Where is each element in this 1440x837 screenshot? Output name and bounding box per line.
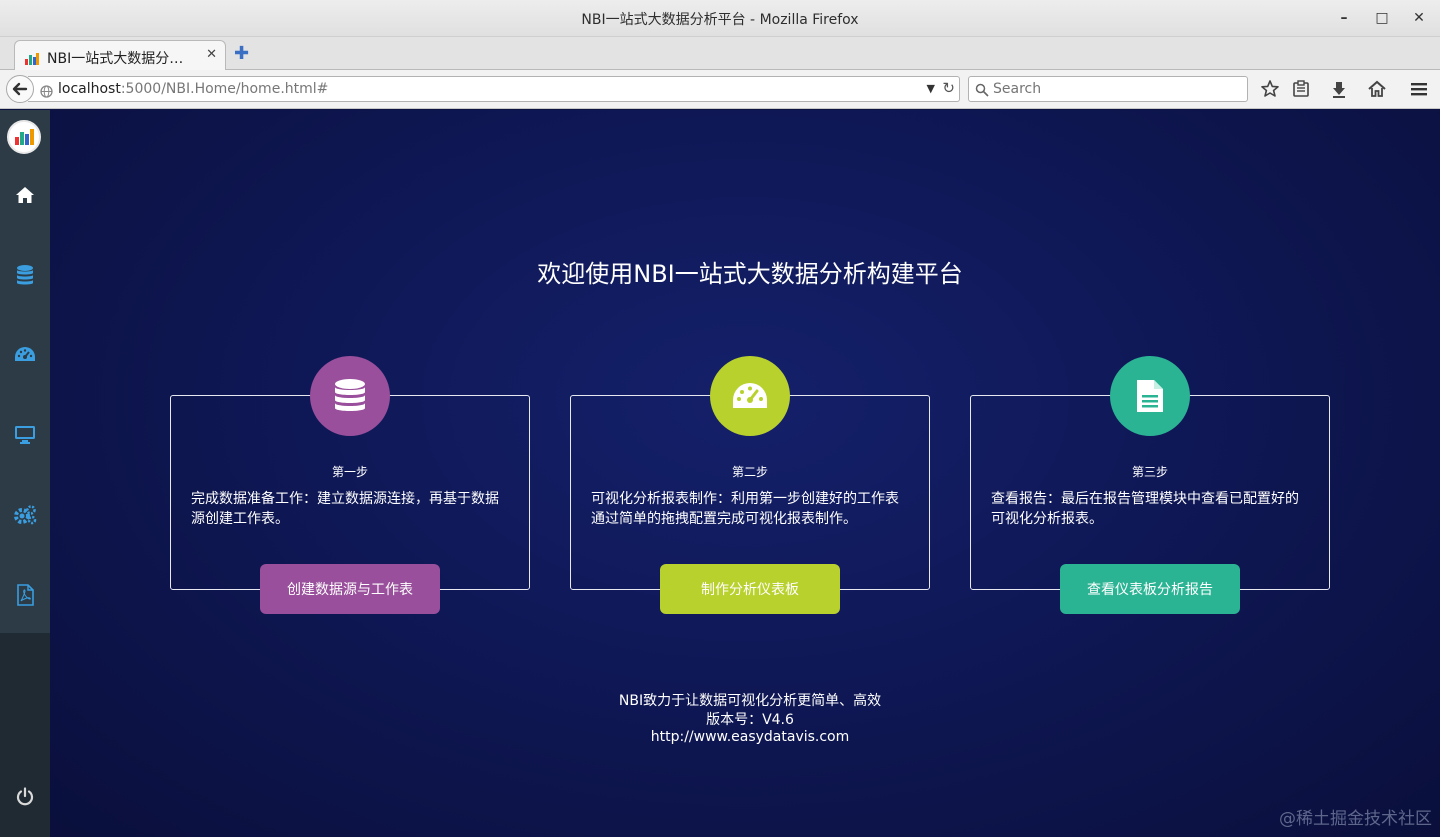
document-icon (1137, 380, 1163, 412)
create-dashboard-button[interactable]: 制作分析仪表板 (660, 564, 840, 614)
sidebar-item-settings[interactable] (0, 495, 50, 535)
reload-icon[interactable]: ↻ (942, 79, 955, 97)
close-window-button[interactable]: ✕ (1409, 8, 1429, 28)
logout-button[interactable] (0, 777, 50, 817)
step-3-badge (1110, 356, 1190, 436)
logo-icon (15, 129, 34, 145)
step-1-badge (310, 356, 390, 436)
welcome-heading: 欢迎使用NBI一站式大数据分析构建平台 (537, 260, 963, 288)
step-2-description: 可视化分析报表制作：利用第一步创建好的工作表通过简单的拖拽配置完成可视化报表制作… (591, 491, 899, 527)
minimize-button[interactable]: – (1334, 8, 1354, 28)
url-text: localhost:5000/NBI.Home/home.html# (58, 81, 328, 97)
create-datasource-button[interactable]: 创建数据源与工作表 (260, 564, 440, 614)
window-titlebar: NBI一站式大数据分析平台 - Mozilla Firefox – □ ✕ (0, 0, 1440, 37)
footer-slogan: NBI致力于让数据可视化分析更简单、高效 (618, 693, 882, 709)
home-icon (16, 187, 34, 203)
settings-icon (14, 505, 37, 525)
step-card-1: 第一步 完成数据准备工作：建立数据源连接，再基于数据源创建工作表。 创建数据源与… (170, 356, 530, 614)
new-tab-button[interactable]: ✚ (234, 43, 249, 64)
footer-website-link[interactable]: http://www.easydatavis.com (50, 729, 1440, 745)
sidebar-item-monitor[interactable] (0, 415, 50, 455)
url-path: :5000/NBI.Home/home.html# (120, 81, 329, 97)
nbi-favicon-icon (25, 50, 39, 69)
step-card-2: 第二步 可视化分析报表制作：利用第一步创建好的工作表通过简单的拖拽配置完成可视化… (570, 356, 930, 614)
navigation-bar: localhost:5000/NBI.Home/home.html# ▼ ↻ (0, 70, 1440, 109)
step-1-description: 完成数据准备工作：建立数据源连接，再基于数据源创建工作表。 (191, 491, 499, 527)
search-box[interactable] (968, 76, 1248, 102)
app-sidebar (0, 110, 50, 837)
step-3-label: 第三步 (1131, 465, 1168, 479)
search-icon (975, 82, 989, 101)
globe-icon (40, 83, 53, 102)
step-2-badge (710, 356, 790, 436)
tab-title: NBI一站式大数据分… (47, 51, 184, 67)
url-dropdown-icon[interactable]: ▼ (927, 82, 935, 95)
power-icon (16, 787, 34, 806)
back-arrow-icon (12, 82, 28, 96)
browser-tab[interactable]: NBI一站式大数据分… ✕ (14, 40, 226, 71)
pdf-icon (17, 584, 34, 606)
window-title: NBI一站式大数据分析平台 - Mozilla Firefox (581, 12, 859, 28)
monitor-icon (15, 426, 35, 444)
sidebar-item-home[interactable] (0, 175, 50, 215)
view-report-button[interactable]: 查看仪表板分析报告 (1060, 564, 1240, 614)
watermark: @稀土掘金技术社区 (1279, 809, 1432, 829)
tab-strip: NBI一站式大数据分… ✕ ✚ (0, 37, 1440, 71)
step-1-label: 第一步 (331, 465, 368, 479)
database-icon (17, 265, 33, 285)
sidebar-item-database[interactable] (0, 255, 50, 295)
bookmark-star-icon[interactable] (1260, 79, 1280, 99)
search-input[interactable] (993, 80, 1243, 98)
url-bar[interactable]: localhost:5000/NBI.Home/home.html# ▼ ↻ (28, 76, 960, 102)
footer-version: 版本号：V4.6 (706, 712, 794, 728)
menu-hamburger-icon[interactable] (1409, 79, 1429, 99)
maximize-button[interactable]: □ (1372, 8, 1392, 28)
dashboard-icon (15, 347, 35, 361)
dashboard-icon (733, 383, 767, 408)
sidebar-item-pdf[interactable] (0, 575, 50, 615)
database-icon (335, 379, 365, 411)
nbi-logo[interactable] (7, 120, 41, 154)
home-browser-icon[interactable] (1367, 79, 1387, 99)
download-icon[interactable] (1329, 79, 1349, 99)
main-content: 欢迎使用NBI一站式大数据分析构建平台 第一步 完成数据准备工作：建立数据源连接… (50, 110, 1440, 837)
step-card-3: 第三步 查看报告：最后在报告管理模块中查看已配置好的可视化分析报表。 查看仪表板… (970, 356, 1330, 614)
sidebar-menu (0, 110, 50, 633)
reading-list-icon[interactable] (1291, 79, 1311, 99)
step-2-label: 第二步 (731, 465, 768, 479)
step-3-description: 查看报告：最后在报告管理模块中查看已配置好的可视化分析报表。 (991, 491, 1299, 527)
tab-close-icon[interactable]: ✕ (206, 47, 217, 62)
back-button[interactable] (6, 75, 34, 103)
sidebar-item-dashboard[interactable] (0, 335, 50, 375)
url-host: localhost (58, 81, 121, 97)
